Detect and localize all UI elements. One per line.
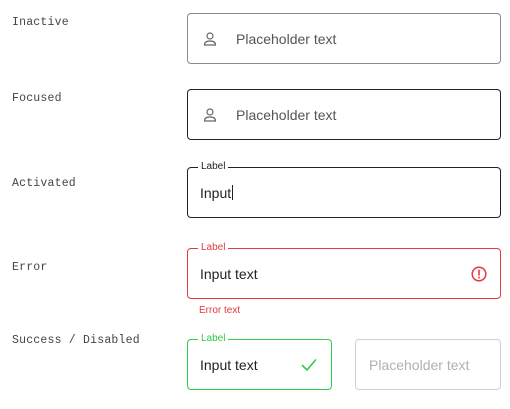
disabled-input-field: Placeholder text [355,339,501,390]
error-helper-text: Error text [199,305,241,316]
success-label: Label [198,333,229,345]
check-icon [301,358,317,372]
row-label-focused: Focused [12,92,62,105]
success-input-value: Input text [200,356,258,373]
row-label-inactive: Inactive [12,16,69,29]
activated-label: Label [198,161,229,173]
error-label: Label [198,242,229,254]
user-icon [202,107,218,123]
disabled-placeholder: Placeholder text [369,356,470,373]
focused-input-field[interactable]: Placeholder text [187,89,501,140]
inactive-input-field[interactable]: Placeholder text [187,13,501,64]
text-cursor [232,184,234,200]
user-icon [202,31,218,47]
error-alert-icon [471,265,487,282]
row-label-success-disabled: Success / Disabled [12,334,140,347]
row-label-activated: Activated [12,177,76,190]
error-input-field[interactable]: Label Input text [187,242,501,299]
error-input-value: Input text [200,265,258,282]
activated-input-field[interactable]: Label Input [187,161,501,218]
row-label-error: Error [12,261,48,274]
activated-input-value: Input [200,184,232,201]
success-input-field[interactable]: Label Input text [187,333,332,390]
focused-placeholder: Placeholder text [236,106,337,123]
inactive-placeholder: Placeholder text [236,30,337,47]
